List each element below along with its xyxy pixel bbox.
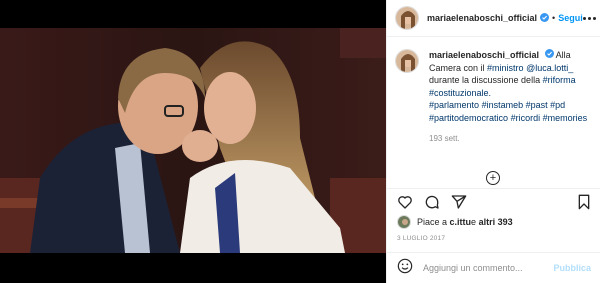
likes-middle: e (471, 217, 477, 227)
follow-button[interactable]: Segui (558, 13, 583, 23)
hashtag-parlamento[interactable]: #parlamento (429, 100, 479, 110)
heart-icon[interactable] (397, 194, 413, 210)
photo-image (0, 28, 386, 253)
load-more-comments-button[interactable]: + (486, 171, 500, 185)
comment-input[interactable] (423, 263, 543, 273)
hashtag-ministro[interactable]: #ministro (487, 63, 524, 73)
post-header: mariaelenaboschi_official • Segui (387, 0, 600, 37)
mention-link[interactable]: @luca.lotti_ (526, 63, 573, 73)
hashtag-instameb[interactable]: #instameb (482, 100, 524, 110)
hashtag-memories[interactable]: #memories (543, 113, 588, 123)
hashtag-partitodemocratico[interactable]: #partitodemocratico (429, 113, 508, 123)
post-media-pane (0, 0, 386, 283)
header-separator: • (552, 13, 556, 23)
post-photo[interactable] (0, 28, 386, 253)
action-bar (387, 188, 600, 214)
caption-text: mariaelenaboschi_official Alla Camera co… (429, 49, 589, 183)
liker-avatar[interactable] (397, 215, 411, 229)
header-username[interactable]: mariaelenaboschi_official (427, 13, 537, 23)
hashtag-past[interactable]: #past (526, 100, 548, 110)
likes-others[interactable]: altri 393 (479, 217, 513, 227)
hashtag-costituzionale[interactable]: #costituzionale. (429, 88, 491, 98)
share-icon[interactable] (451, 194, 467, 210)
comment-icon[interactable] (424, 194, 440, 210)
verified-badge-icon (540, 9, 550, 27)
likes-user[interactable]: c.ittu (450, 217, 472, 227)
post-sidebar: mariaelenaboschi_official • Segui mariae… (386, 0, 600, 283)
comment-box: Pubblica (387, 252, 600, 283)
post-date[interactable]: 3 LUGLIO 2017 (397, 235, 445, 242)
likes-prefix: Piace a (417, 217, 448, 227)
hashtag-ricordi[interactable]: #ricordi (511, 113, 541, 123)
caption-block: mariaelenaboschi_official Alla Camera co… (387, 37, 600, 183)
hashtag-pd[interactable]: #pd (550, 100, 565, 110)
caption-avatar[interactable] (395, 49, 419, 73)
publish-button[interactable]: Pubblica (553, 263, 591, 273)
verified-badge-icon (544, 49, 554, 62)
hashtag-riforma[interactable]: #riforma (543, 75, 576, 85)
avatar[interactable] (395, 6, 419, 30)
emoji-icon[interactable] (397, 258, 413, 279)
caption-time-ago[interactable]: 193 sett. (429, 133, 589, 146)
likes-summary: Piace a c.ittu e altri 393 (397, 215, 513, 229)
bookmark-icon[interactable] (577, 194, 591, 210)
caption-username[interactable]: mariaelenaboschi_official (429, 50, 539, 60)
more-options-icon[interactable] (582, 16, 596, 20)
caption-text-2: durante la discussione della (429, 75, 543, 86)
